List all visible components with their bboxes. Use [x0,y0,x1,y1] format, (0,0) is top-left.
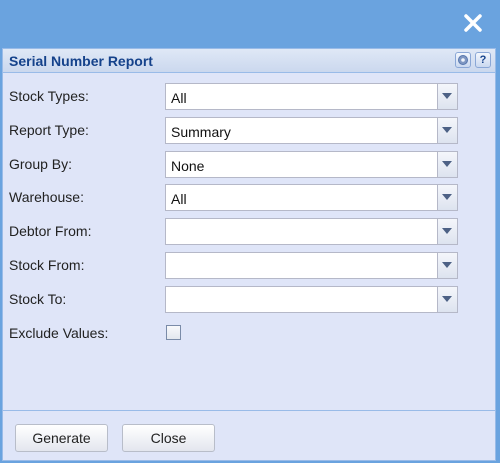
close-button[interactable]: Close [122,424,215,452]
stock-from-select[interactable] [165,252,458,279]
stock-to-label: Stock To: [9,291,67,307]
warehouse-select[interactable]: All [165,184,458,211]
field-stock-from: Stock From: [3,252,495,280]
help-icon[interactable]: ? [475,52,491,68]
field-warehouse: Warehouse: All [3,184,495,212]
report-type-label: Report Type: [9,122,89,138]
group-by-label: Group By: [9,156,73,172]
gear-icon[interactable] [455,52,471,68]
panel-title: Serial Number Report [9,53,153,69]
field-debtor-from: Debtor From: [3,218,495,246]
generate-button[interactable]: Generate [15,424,108,452]
debtor-from-select[interactable] [165,218,458,245]
report-type-select[interactable]: Summary [165,117,458,144]
field-group-by: Group By: None [3,151,495,179]
report-type-value: Summary [171,124,231,140]
exclude-values-label: Exclude Values: [9,325,109,341]
group-by-select[interactable]: None [165,151,458,178]
field-stock-to: Stock To: [3,286,495,314]
chevron-down-icon[interactable] [437,253,457,278]
field-stock-types: Stock Types: All [3,83,495,111]
report-window: Serial Number Report ? Stock Types: All … [0,0,500,463]
chevron-down-icon[interactable] [437,287,457,312]
close-icon[interactable] [462,12,484,34]
window-titlebar [0,0,500,48]
exclude-values-checkbox[interactable] [166,325,181,340]
stock-from-label: Stock From: [9,257,85,273]
field-exclude-values: Exclude Values: [3,320,495,348]
group-by-value: None [171,158,205,174]
stock-types-value: All [171,90,187,106]
stock-types-select[interactable]: All [165,83,458,110]
serial-number-report-panel: Serial Number Report ? Stock Types: All … [2,48,496,461]
panel-footer: Generate Close [3,410,495,460]
panel-header: Serial Number Report ? [3,49,495,73]
stock-types-label: Stock Types: [9,88,89,104]
warehouse-value: All [171,191,187,207]
chevron-down-icon[interactable] [437,185,457,210]
chevron-down-icon[interactable] [437,152,457,177]
debtor-from-label: Debtor From: [9,223,92,239]
stock-to-select[interactable] [165,286,458,313]
warehouse-label: Warehouse: [9,189,84,205]
field-report-type: Report Type: Summary [3,117,495,145]
chevron-down-icon[interactable] [437,84,457,109]
chevron-down-icon[interactable] [437,219,457,244]
chevron-down-icon[interactable] [437,118,457,143]
